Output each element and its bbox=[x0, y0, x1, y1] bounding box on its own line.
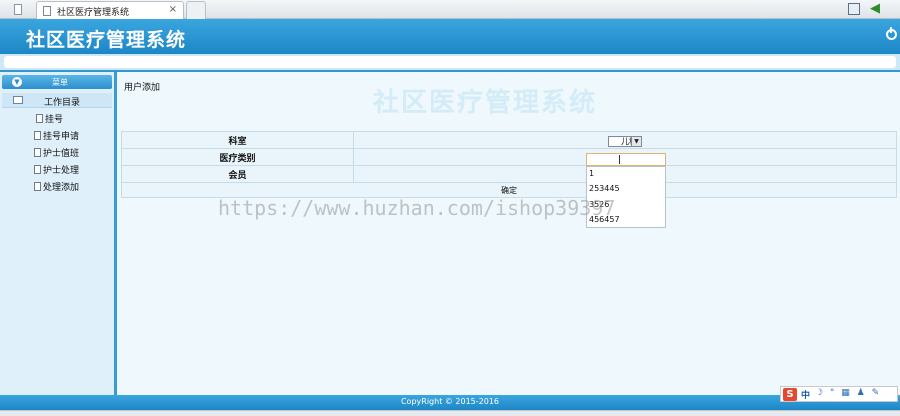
sidebar-item-label: 挂号 bbox=[45, 115, 64, 125]
sidebar-item-nurse-duty[interactable]: 护士值班 bbox=[34, 146, 79, 161]
sidebar-folder-label: 工作目录 bbox=[44, 98, 81, 108]
page-icon bbox=[14, 4, 22, 15]
copyright-text: CopyRight © 2015-2016 bbox=[400, 397, 500, 406]
sidebar-item-handle-add[interactable]: 处理添加 bbox=[34, 180, 79, 195]
menu-header-label: 菜单 bbox=[52, 78, 68, 87]
ime-logo-icon[interactable]: S bbox=[783, 388, 797, 401]
category-combo-input[interactable] bbox=[586, 153, 666, 166]
document-icon bbox=[34, 131, 41, 140]
folder-icon bbox=[13, 96, 23, 104]
ime-mode-toggle[interactable]: 中 bbox=[801, 388, 810, 401]
sidebar-folder-work[interactable]: 工作目录 bbox=[2, 93, 112, 108]
sidebar: ▼ 菜单 工作目录 挂号 挂号申请 护士值班 护士处理 处理添加 bbox=[0, 72, 117, 395]
confirm-button[interactable]: 确定 bbox=[501, 185, 517, 196]
document-icon bbox=[43, 6, 51, 16]
dropdown-option[interactable]: 1 bbox=[589, 169, 594, 178]
document-icon bbox=[34, 148, 41, 157]
sidebar-item-label: 处理添加 bbox=[43, 183, 80, 193]
member-label: 会员 bbox=[121, 165, 354, 183]
browser-tab-strip: 社区医疗管理系统 × ◀ bbox=[0, 0, 900, 19]
browser-status-bar bbox=[0, 410, 900, 416]
app-title: 社区医疗管理系统 bbox=[26, 29, 187, 51]
ime-toolbar: S 中 ☽ ° ▦ ♟ ✎ bbox=[780, 386, 898, 402]
power-icon[interactable] bbox=[886, 27, 897, 40]
app-header: 社区医疗管理系统 bbox=[0, 19, 900, 54]
dropdown-option[interactable]: 253445 bbox=[589, 184, 620, 193]
document-icon bbox=[34, 165, 41, 174]
sidebar-item-label: 护士处理 bbox=[43, 166, 80, 176]
subbar-panel bbox=[4, 56, 896, 68]
document-icon bbox=[34, 182, 41, 191]
browser-tab-title: 社区医疗管理系统 bbox=[57, 8, 130, 18]
background-title: 社区医疗管理系统 bbox=[373, 88, 598, 118]
sidebar-item-register-request[interactable]: 挂号申请 bbox=[34, 129, 79, 144]
footer: CopyRight © 2015-2016 bbox=[0, 395, 900, 410]
document-icon bbox=[36, 114, 43, 123]
sidebar-item-nurse-handle[interactable]: 护士处理 bbox=[34, 163, 79, 178]
header-subbar bbox=[0, 54, 900, 72]
user-add-form: 科室 医疗类别 会员 确定 bbox=[121, 131, 897, 198]
back-arrow-icon[interactable]: ◀ bbox=[870, 1, 880, 17]
text-cursor-icon bbox=[619, 155, 620, 164]
chevron-down-icon: ▼ bbox=[12, 77, 22, 87]
home-icon[interactable] bbox=[848, 3, 860, 15]
sidebar-item-register[interactable]: 挂号 bbox=[36, 112, 63, 127]
browser-tab[interactable]: 社区医疗管理系统 × bbox=[36, 1, 184, 19]
department-select[interactable]: 儿科 ▼ bbox=[608, 136, 642, 147]
sidebar-item-label: 护士值班 bbox=[43, 149, 80, 159]
breadcrumb: 用户添加 bbox=[124, 83, 161, 93]
category-label: 医疗类别 bbox=[121, 148, 354, 166]
menu-header[interactable]: ▼ 菜单 bbox=[2, 75, 112, 89]
ime-tools-icon[interactable]: ☽ ° ▦ ♟ ✎ bbox=[815, 388, 881, 398]
watermark-text: https://www.huzhan.com/ishop39397 bbox=[218, 196, 616, 220]
new-tab-button[interactable] bbox=[186, 1, 206, 19]
form-row-member: 会员 bbox=[121, 165, 897, 183]
tab-close-icon[interactable]: × bbox=[169, 4, 177, 15]
main-content: 社区医疗管理系统 用户添加 科室 医疗类别 会员 确定 bbox=[117, 72, 900, 395]
chevron-down-icon[interactable]: ▼ bbox=[631, 137, 641, 146]
form-row-department: 科室 bbox=[121, 131, 897, 149]
sidebar-item-label: 挂号申请 bbox=[43, 132, 80, 142]
form-row-category: 医疗类别 bbox=[121, 148, 897, 166]
department-label: 科室 bbox=[121, 131, 354, 149]
